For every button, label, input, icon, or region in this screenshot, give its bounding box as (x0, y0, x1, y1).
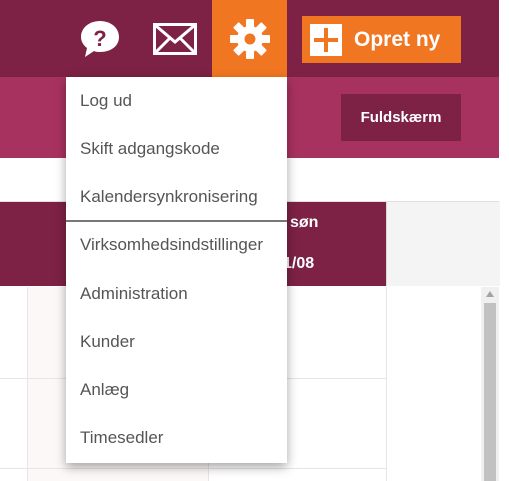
menu-item-timesedler[interactable]: Timesedler (80, 428, 163, 448)
create-new-button[interactable]: Opret ny (302, 16, 461, 63)
create-new-label: Opret ny (354, 27, 441, 51)
svg-text:?: ? (93, 26, 106, 51)
plus-icon (310, 23, 342, 56)
menu-item-kalendersynkronisering[interactable]: Kalendersynkronisering (80, 187, 258, 207)
fullscreen-button[interactable]: Fuldskærm (341, 94, 461, 141)
scroll-up-arrow-icon[interactable] (486, 291, 494, 297)
envelope-icon (153, 22, 197, 55)
grid-line (386, 287, 387, 481)
menu-item-anlaeg[interactable]: Anlæg (80, 380, 129, 400)
question-bubble-icon: ? (81, 20, 119, 57)
day-date-label: 1/08 (283, 255, 315, 272)
grid-line (0, 468, 386, 469)
settings-dropdown-menu: Log ud Skift adgangskode Kalendersynkron… (66, 77, 287, 463)
menu-item-skift-adgangskode[interactable]: Skift adgangskode (80, 139, 220, 159)
settings-button[interactable] (212, 0, 287, 77)
help-button[interactable]: ? (70, 0, 130, 77)
menu-item-administration[interactable]: Administration (80, 284, 188, 304)
menu-item-kunder[interactable]: Kunder (80, 332, 135, 352)
menu-item-virksomhedsindstillinger[interactable]: Virksomhedsindstillinger (80, 235, 263, 255)
calendar-header-spacer (386, 202, 500, 286)
scroll-thumb[interactable] (484, 303, 496, 481)
menu-divider (66, 220, 287, 222)
day-name-label: søn (290, 214, 319, 231)
vertical-scrollbar[interactable] (481, 287, 499, 481)
page-edge (499, 0, 509, 481)
grid-line (27, 287, 28, 481)
gear-icon (229, 18, 270, 59)
menu-item-log-ud[interactable]: Log ud (80, 91, 132, 111)
messages-button[interactable] (145, 0, 205, 77)
